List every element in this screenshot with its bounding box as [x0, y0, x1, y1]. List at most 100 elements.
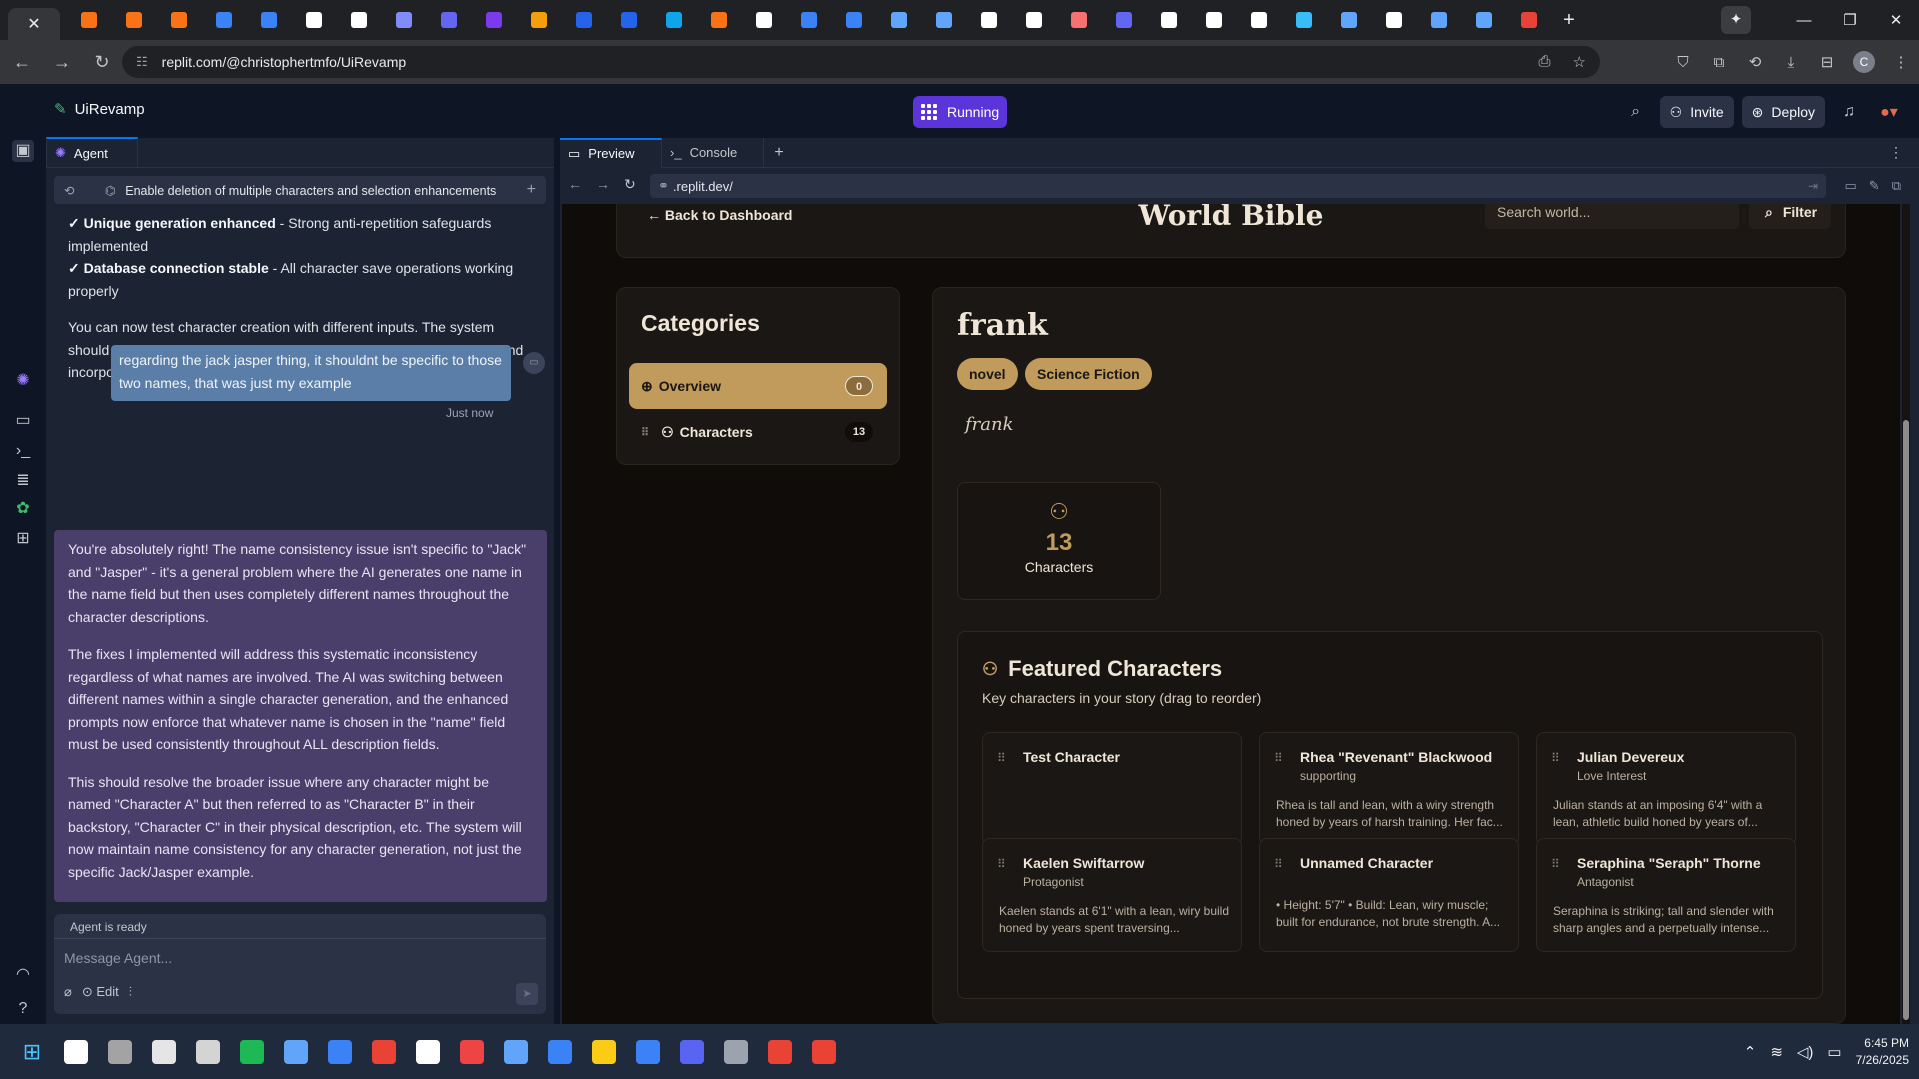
- character-card[interactable]: ⠿ Seraphina "Seraph" Thorne Antagonist Sera…: [1536, 838, 1796, 952]
- drag-handle-icon[interactable]: ⠿: [1274, 857, 1283, 871]
- browser-tab[interactable]: [111, 0, 156, 40]
- taskbar-app[interactable]: [714, 1030, 758, 1074]
- browser-tab[interactable]: [606, 0, 651, 40]
- browser-tab[interactable]: [426, 0, 471, 40]
- preview-url-bar[interactable]: ⚭ .replit.dev/ ⇥: [650, 174, 1826, 198]
- tab-console[interactable]: ›_ Console: [662, 137, 764, 168]
- browser-tab[interactable]: [1461, 0, 1506, 40]
- reload-icon[interactable]: ↻: [84, 52, 120, 73]
- database-icon[interactable]: ≣: [12, 470, 34, 492]
- browser-tab[interactable]: [1056, 0, 1101, 40]
- browser-tab[interactable]: [156, 0, 201, 40]
- browser-tab[interactable]: [516, 0, 561, 40]
- profile-avatar[interactable]: C: [1853, 51, 1875, 73]
- install-app-icon[interactable]: ⎙: [1539, 53, 1551, 71]
- taskbar-app[interactable]: [98, 1030, 142, 1074]
- drag-handle-icon[interactable]: ⠿: [997, 751, 1006, 765]
- send-button[interactable]: ➤: [516, 983, 538, 1005]
- taskbar-app[interactable]: [186, 1030, 230, 1074]
- repl-name[interactable]: UiRevamp: [75, 101, 145, 118]
- drag-handle-icon[interactable]: ⠿: [997, 857, 1006, 871]
- taskbar-app[interactable]: [494, 1030, 538, 1074]
- browser-tab[interactable]: [201, 0, 246, 40]
- taskbar-app[interactable]: [362, 1030, 406, 1074]
- browser-tab[interactable]: [921, 0, 966, 40]
- character-card[interactable]: ⠿ Julian Devereux Love Interest Julian stan…: [1536, 732, 1796, 846]
- tab-preview[interactable]: ▭ Preview: [560, 137, 662, 168]
- browser-tab[interactable]: [381, 0, 426, 40]
- forward-icon[interactable]: →: [44, 52, 80, 73]
- devtools-icon[interactable]: ✎: [1869, 178, 1880, 194]
- preview-icon[interactable]: ▭: [12, 410, 34, 432]
- all-tools-icon[interactable]: ⊞: [12, 528, 34, 550]
- puzzle-extension-icon[interactable]: ⧉: [1701, 54, 1737, 71]
- start-button[interactable]: ⊞: [10, 1030, 54, 1074]
- back-icon[interactable]: ←: [4, 52, 40, 73]
- browser-tab[interactable]: [1191, 0, 1236, 40]
- minimize-button[interactable]: —: [1781, 12, 1827, 29]
- browser-tab[interactable]: [876, 0, 921, 40]
- category-characters[interactable]: ⠿ ⚇ Characters 13: [629, 409, 887, 455]
- drag-handle-icon[interactable]: ⠿: [641, 426, 649, 439]
- browser-tab[interactable]: [696, 0, 741, 40]
- character-card[interactable]: ⠿ Test Character: [982, 732, 1242, 846]
- chrome-menu-icon[interactable]: ⋮: [1883, 53, 1919, 71]
- browser-tab[interactable]: [1371, 0, 1416, 40]
- browser-tab[interactable]: [741, 0, 786, 40]
- active-tab[interactable]: ✕: [8, 8, 60, 40]
- browser-tab[interactable]: [1146, 0, 1191, 40]
- character-card[interactable]: ⠿ Unnamed Character • Height: 5'7" • Build…: [1259, 838, 1519, 952]
- browser-tab[interactable]: [966, 0, 1011, 40]
- filter-button[interactable]: ⌕ Filter: [1749, 204, 1831, 229]
- chat-title[interactable]: ⌬ Enable deletion of multiple characters…: [74, 183, 526, 198]
- browser-tab[interactable]: [1011, 0, 1056, 40]
- browser-tab[interactable]: [561, 0, 606, 40]
- taskbar-app[interactable]: [274, 1030, 318, 1074]
- console-icon[interactable]: ›_: [12, 440, 34, 462]
- address-bar[interactable]: ☷ replit.com/@christophertmfo/UiRevamp ⎙…: [122, 46, 1600, 78]
- close-tab-icon[interactable]: ✕: [27, 14, 40, 34]
- clock[interactable]: 6:45 PM 7/26/2025: [1856, 1035, 1909, 1069]
- browser-tab[interactable]: [651, 0, 696, 40]
- drag-handle-icon[interactable]: ⠿: [1551, 751, 1560, 765]
- wifi-icon[interactable]: ≋: [1770, 1043, 1783, 1061]
- taskbar-app[interactable]: [406, 1030, 450, 1074]
- tab-search-icon[interactable]: ⊟: [1809, 53, 1845, 71]
- browser-tab[interactable]: [1236, 0, 1281, 40]
- tab-agent[interactable]: ✺ Agent: [46, 137, 138, 167]
- browser-tab[interactable]: [246, 0, 291, 40]
- open-new-tab-icon[interactable]: ⧉: [1892, 178, 1901, 194]
- message-input[interactable]: Message Agent...: [64, 950, 172, 966]
- tray-chevron-icon[interactable]: ⌃: [1744, 1043, 1757, 1061]
- browser-tab[interactable]: [831, 0, 876, 40]
- help-icon[interactable]: ?: [12, 998, 34, 1020]
- more-options-icon[interactable]: ⋮: [1889, 144, 1903, 161]
- browser-tab[interactable]: [471, 0, 516, 40]
- preview-back-icon[interactable]: ←: [568, 176, 582, 192]
- character-stat-card[interactable]: ⚇ 13 Characters: [957, 482, 1161, 600]
- browser-tab[interactable]: [1281, 0, 1326, 40]
- taskbar-app[interactable]: [450, 1030, 494, 1074]
- new-tab-button[interactable]: +: [1551, 9, 1587, 32]
- browser-tab[interactable]: [1101, 0, 1146, 40]
- preview-reload-icon[interactable]: ↻: [624, 176, 636, 193]
- taskbar-app[interactable]: [626, 1030, 670, 1074]
- open-url-arrow-icon[interactable]: ⇥: [1808, 179, 1818, 193]
- edit-mode-button[interactable]: ⊙ Edit: [82, 984, 119, 1000]
- notifications-bell-icon[interactable]: ♫: [1833, 103, 1865, 121]
- maximize-button[interactable]: ❐: [1827, 11, 1873, 29]
- scrollbar-thumb[interactable]: [1903, 420, 1909, 1020]
- drag-handle-icon[interactable]: ⠿: [1551, 857, 1560, 871]
- history-icon[interactable]: ⟲: [1737, 53, 1773, 71]
- taskbar-app[interactable]: [802, 1030, 846, 1074]
- gemini-icon[interactable]: ✦: [1721, 6, 1751, 34]
- add-tab-button[interactable]: +: [764, 144, 794, 162]
- invite-button[interactable]: ⚇ Invite: [1659, 96, 1734, 128]
- character-card[interactable]: ⠿ Kaelen Swiftarrow Protagonist Kaelen stan…: [982, 838, 1242, 952]
- volume-icon[interactable]: ◁): [1797, 1043, 1814, 1061]
- run-button[interactable]: Running: [913, 96, 1007, 128]
- bookmark-star-icon[interactable]: ☆: [1573, 53, 1586, 71]
- taskbar-app[interactable]: [318, 1030, 362, 1074]
- taskbar-app[interactable]: [670, 1030, 714, 1074]
- taskbar-app[interactable]: [758, 1030, 802, 1074]
